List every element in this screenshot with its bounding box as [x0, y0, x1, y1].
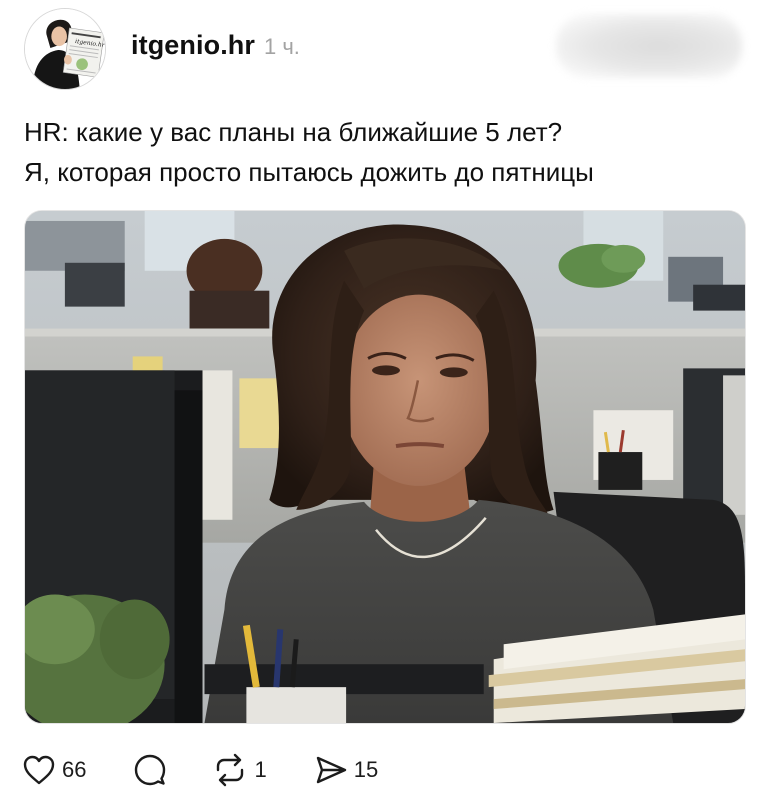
- send-icon: [316, 756, 346, 784]
- post-text-line-2: Я, которая просто пытаюсь дожить до пятн…: [24, 157, 594, 187]
- post-timestamp: 1 ч.: [264, 34, 300, 59]
- office-photo: [25, 211, 745, 723]
- post-header: itgenio.hr 1 ч.: [131, 30, 300, 64]
- redacted-area: [556, 14, 742, 78]
- repost-button[interactable]: 1: [212, 753, 267, 787]
- repost-count: 1: [254, 757, 267, 782]
- avatar[interactable]: itgenio.hr: [24, 8, 106, 90]
- repost-icon: [217, 753, 244, 787]
- post-text: HR: какие у вас планы на ближайшие 5 лет…: [24, 112, 744, 192]
- post-image[interactable]: [24, 210, 746, 724]
- like-count: 66: [62, 757, 87, 782]
- post-actions: 66 1 15: [22, 752, 378, 788]
- username-link[interactable]: itgenio.hr: [131, 30, 255, 61]
- profile-avatar-icon: [25, 9, 105, 89]
- reply-button[interactable]: [132, 753, 168, 787]
- share-count: 15: [353, 757, 379, 782]
- heart-icon: [23, 755, 55, 785]
- share-button[interactable]: 15: [314, 754, 378, 786]
- post-card: itgenio.hr itgenio.hr 1 ч. HR: какие у в…: [0, 0, 771, 800]
- post-text-line-1: HR: какие у вас планы на ближайшие 5 лет…: [24, 117, 563, 147]
- comment-icon: [135, 754, 166, 786]
- like-button[interactable]: 66: [22, 754, 86, 786]
